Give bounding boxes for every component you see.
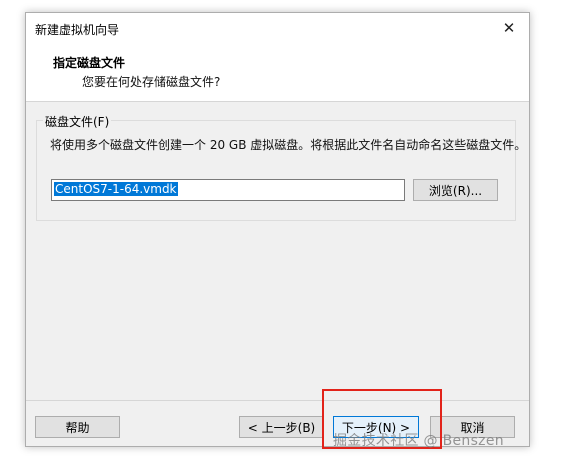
back-button[interactable]: < 上一步(B) (239, 416, 324, 438)
page-subtitle: 您要在何处存储磁盘文件? (82, 75, 221, 89)
title-bar: 新建虚拟机向导 ✕ (26, 13, 529, 43)
footer-separator (26, 400, 529, 401)
disk-file-group: 磁盘文件(F) 将使用多个磁盘文件创建一个 20 GB 虚拟磁盘。将根据此文件名… (36, 113, 526, 221)
wizard-header: 指定磁盘文件 您要在何处存储磁盘文件? (26, 43, 529, 102)
close-icon[interactable]: ✕ (489, 13, 529, 43)
browse-button[interactable]: 浏览(R)... (413, 179, 498, 201)
disk-file-group-label: 磁盘文件(F) (43, 113, 112, 130)
disk-file-name-text: CentOS7-1-64.vmdk (54, 182, 178, 196)
page-title: 指定磁盘文件 (53, 56, 126, 70)
watermark: 掘金技术社区 @ Benszen (333, 433, 504, 449)
disk-file-name-input[interactable]: CentOS7-1-64.vmdk (51, 179, 405, 201)
new-vm-wizard-dialog: 新建虚拟机向导 ✕ 指定磁盘文件 您要在何处存储磁盘文件? 磁盘文件(F) 将使… (25, 12, 530, 447)
window-title: 新建虚拟机向导 (35, 23, 120, 37)
disk-file-description: 将使用多个磁盘文件创建一个 20 GB 虚拟磁盘。将根据此文件名自动命名这些磁盘… (50, 138, 527, 152)
help-button[interactable]: 帮助 (35, 416, 120, 438)
